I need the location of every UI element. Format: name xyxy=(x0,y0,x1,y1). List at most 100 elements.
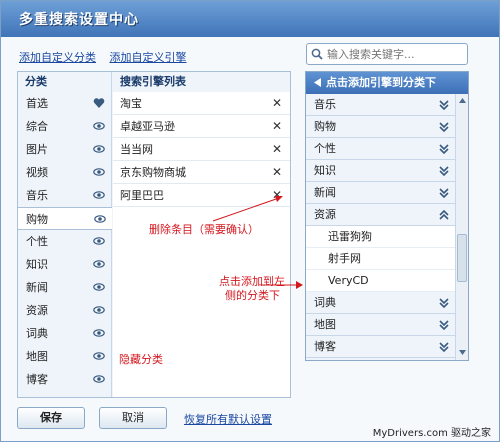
category-item[interactable]: 首选 xyxy=(18,92,111,115)
category-item[interactable]: 音乐 xyxy=(18,184,111,207)
engine-item[interactable]: 淘宝 ✕ xyxy=(113,92,290,115)
category-item[interactable]: 购物 xyxy=(18,207,112,230)
chevron-double-down-icon[interactable] xyxy=(438,187,450,199)
delete-icon[interactable]: ✕ xyxy=(272,92,282,115)
category-item[interactable]: 词典 xyxy=(18,322,111,345)
add-note-line2: 侧的分类下 xyxy=(225,289,280,302)
category-label: 视频 xyxy=(26,166,48,179)
category-item[interactable]: 视频 xyxy=(18,161,111,184)
available-category-item[interactable]: 博客 xyxy=(306,336,456,358)
category-item[interactable]: 地图 xyxy=(18,345,111,368)
search-box[interactable] xyxy=(306,43,468,65)
chevron-double-down-icon[interactable] xyxy=(438,319,450,331)
category-header: 分类 xyxy=(25,75,47,88)
eye-icon[interactable] xyxy=(93,304,105,316)
available-category-item[interactable]: 资源 xyxy=(306,204,456,226)
category-item[interactable]: 知识 xyxy=(18,253,111,276)
category-item[interactable]: 个性 xyxy=(18,230,111,253)
scroll-down-icon[interactable] xyxy=(458,348,467,357)
delete-note: 删除条目（需要确认） xyxy=(149,223,259,236)
available-category-item[interactable]: 新闻 xyxy=(306,182,456,204)
engine-item[interactable]: 当当网 ✕ xyxy=(113,138,290,161)
top-links: 添加自定义分类 添加自定义引擎 xyxy=(19,49,197,65)
available-category-label: 博客 xyxy=(314,340,336,353)
heart-icon[interactable] xyxy=(93,97,105,109)
category-label: 购物 xyxy=(26,213,48,226)
available-category-label: 地图 xyxy=(314,318,336,331)
chevron-double-down-icon[interactable] xyxy=(438,99,450,111)
available-engine-item[interactable]: 射手网 xyxy=(306,248,456,270)
category-list: 首选综合图片视频音乐购物个性知识新闻 资源词典地图博客 xyxy=(18,92,112,391)
add-category-link[interactable]: 添加自定义分类 xyxy=(19,51,96,64)
category-item[interactable]: 综合 xyxy=(18,115,111,138)
chevron-double-down-icon[interactable] xyxy=(438,341,450,353)
available-category-label: 音乐 xyxy=(314,98,336,111)
add-engine-link[interactable]: 添加自定义引擎 xyxy=(110,51,187,64)
delete-icon[interactable]: ✕ xyxy=(272,115,282,138)
eye-icon[interactable] xyxy=(93,235,105,247)
category-item[interactable]: 新闻 xyxy=(18,276,111,299)
delete-icon[interactable]: ✕ xyxy=(272,161,282,184)
available-category-label: 词典 xyxy=(314,296,336,309)
available-category-label: 个性 xyxy=(314,142,336,155)
available-engines-header[interactable]: 点击添加引擎到分类下 xyxy=(306,72,468,94)
search-icon xyxy=(311,48,323,60)
category-label: 音乐 xyxy=(26,189,48,202)
scrollbar[interactable] xyxy=(455,94,468,360)
available-category-item[interactable]: 知识 xyxy=(306,160,456,182)
available-category-label: 购物 xyxy=(314,120,336,133)
eye-icon[interactable] xyxy=(93,189,105,201)
category-item[interactable]: 资源 xyxy=(18,299,111,322)
eye-icon[interactable] xyxy=(93,166,105,178)
available-category-item[interactable]: 词典 xyxy=(306,292,456,314)
eye-icon[interactable] xyxy=(93,120,105,132)
category-label: 知识 xyxy=(26,258,48,271)
window-title: 多重搜索设置中心 xyxy=(19,12,139,28)
delete-icon[interactable]: ✕ xyxy=(272,184,282,207)
engine-label: 阿里巴巴 xyxy=(120,189,164,202)
save-button[interactable]: 保存 xyxy=(17,407,85,429)
chevron-double-down-icon[interactable] xyxy=(438,297,450,309)
chevron-double-down-icon[interactable] xyxy=(438,143,450,155)
eye-icon[interactable] xyxy=(93,281,105,293)
eye-icon[interactable] xyxy=(93,258,105,270)
search-input[interactable] xyxy=(327,47,457,61)
available-engine-item[interactable]: 迅雷狗狗 xyxy=(306,226,456,248)
chevron-double-up-icon[interactable] xyxy=(438,209,450,221)
eye-icon[interactable] xyxy=(94,213,106,225)
available-category-item[interactable]: 音乐 xyxy=(306,94,456,116)
engine-item[interactable]: 阿里巴巴 ✕ xyxy=(113,184,290,207)
eye-icon[interactable] xyxy=(93,327,105,339)
scroll-thumb[interactable] xyxy=(457,234,467,282)
settings-window: 多重搜索设置中心 添加自定义分类 添加自定义引擎 分类 首选综合图片视频音乐购物… xyxy=(0,0,500,442)
category-item[interactable]: 图片 xyxy=(18,138,111,161)
category-label: 博客 xyxy=(26,373,48,386)
eye-icon[interactable] xyxy=(93,350,105,362)
engine-label: 当当网 xyxy=(120,143,153,156)
restore-defaults-link[interactable]: 恢复所有默认设置 xyxy=(184,411,272,427)
chevron-double-down-icon[interactable] xyxy=(438,121,450,133)
category-label: 综合 xyxy=(26,120,48,133)
available-category-item[interactable]: 地图 xyxy=(306,314,456,336)
category-item[interactable]: 博客 xyxy=(18,368,111,391)
available-category-label: 知识 xyxy=(314,164,336,177)
category-label: 词典 xyxy=(26,327,48,340)
available-category-list: 音乐购物个性知识新闻 资源 迅雷狗狗 射手网 VeryCD 词典地图博客 xyxy=(306,94,456,358)
category-label: 首选 xyxy=(26,97,48,110)
available-category-item[interactable]: 购物 xyxy=(306,116,456,138)
watermark: MyDrivers.com 驱动之家 xyxy=(372,428,491,439)
engine-item[interactable]: 卓越亚马逊 ✕ xyxy=(113,115,290,138)
category-label: 图片 xyxy=(26,143,48,156)
delete-icon[interactable]: ✕ xyxy=(272,138,282,161)
engine-item[interactable]: 京东购物商城 ✕ xyxy=(113,161,290,184)
chevron-double-down-icon[interactable] xyxy=(438,165,450,177)
engine-label: 京东购物商城 xyxy=(120,166,186,179)
available-category-item[interactable]: 个性 xyxy=(306,138,456,160)
scroll-up-icon[interactable] xyxy=(458,96,467,105)
eye-icon[interactable] xyxy=(93,143,105,155)
cancel-button[interactable]: 取消 xyxy=(99,407,167,429)
available-engines-panel: 点击添加引擎到分类下 音乐购物个性知识新闻 资源 迅雷狗狗 射手网 VeryCD 词典地图… xyxy=(305,71,469,361)
eye-icon[interactable] xyxy=(93,373,105,385)
title-bar: 多重搜索设置中心 xyxy=(1,1,499,37)
available-engine-item[interactable]: VeryCD xyxy=(306,270,456,292)
